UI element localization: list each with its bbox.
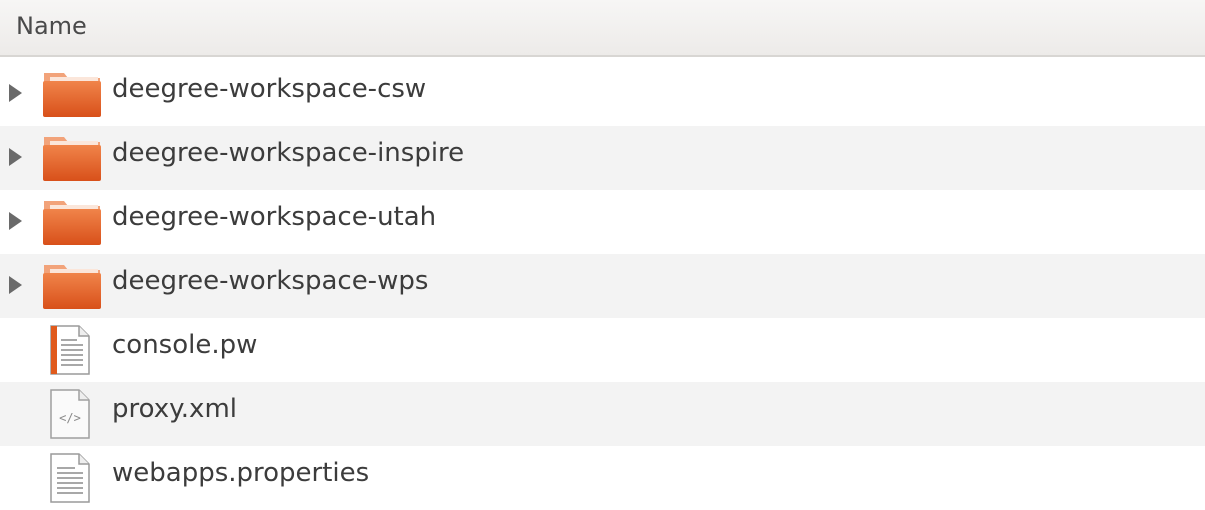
file-rows: deegree-workspace-csw deegree-workspace-… (0, 62, 1205, 510)
file-name: console.pw (112, 330, 258, 360)
folder-icon (43, 73, 101, 117)
folder-icon (43, 201, 101, 245)
folder-icon (43, 265, 101, 309)
expander-arrow-icon[interactable] (9, 276, 22, 294)
list-item-folder[interactable]: deegree-workspace-utah (0, 190, 1205, 254)
expander-arrow-icon[interactable] (9, 84, 22, 102)
column-header-name[interactable]: Name (0, 0, 1205, 57)
file-name: deegree-workspace-inspire (112, 138, 465, 168)
expander-arrow-icon[interactable] (9, 212, 22, 230)
column-header-label: Name (16, 12, 87, 40)
list-item-file[interactable]: </> proxy.xml (0, 382, 1205, 446)
file-name: deegree-workspace-csw (112, 74, 427, 104)
file-name: deegree-workspace-utah (112, 202, 437, 232)
svg-text:</>: </> (59, 411, 81, 425)
file-name: deegree-workspace-wps (112, 266, 429, 296)
file-name: webapps.properties (112, 458, 370, 488)
text-document-icon (50, 453, 90, 503)
list-item-file[interactable]: console.pw (0, 318, 1205, 382)
list-item-folder[interactable]: deegree-workspace-inspire (0, 126, 1205, 190)
file-list-view: Name deegree-workspace-csw deegree-works… (0, 0, 1205, 503)
list-item-folder[interactable]: deegree-workspace-csw (0, 62, 1205, 126)
folder-icon (43, 137, 101, 181)
list-item-folder[interactable]: deegree-workspace-wps (0, 254, 1205, 318)
file-name: proxy.xml (112, 394, 237, 424)
xml-file-icon: </> (50, 389, 90, 439)
expander-arrow-icon[interactable] (9, 148, 22, 166)
text-document-icon (50, 325, 90, 375)
list-item-file[interactable]: webapps.properties (0, 446, 1205, 510)
